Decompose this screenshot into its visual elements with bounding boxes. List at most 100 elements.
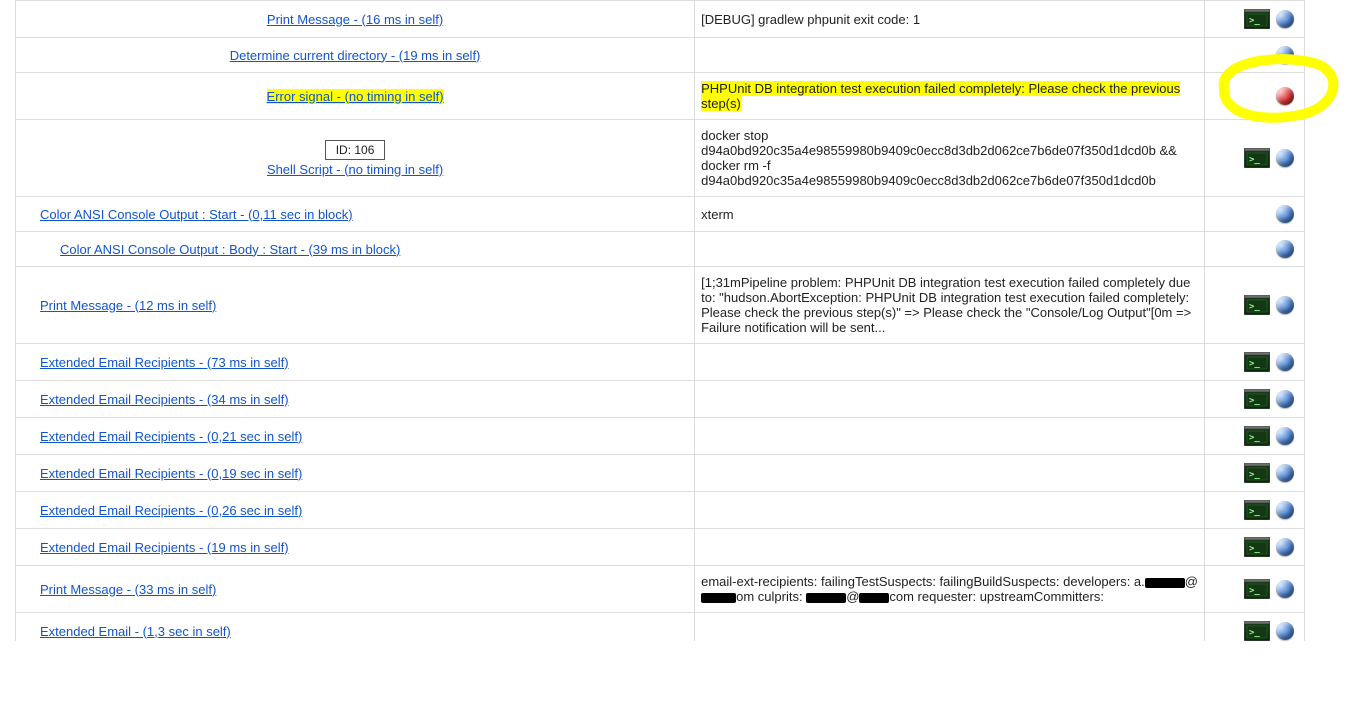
icons-cell: >_: [1205, 418, 1305, 455]
icons-cell: >_: [1205, 1, 1305, 38]
status-ball-blue-icon[interactable]: [1276, 296, 1294, 314]
icons-cell: >_: [1205, 566, 1305, 613]
icons-cell: [1205, 38, 1305, 73]
table-row: Print Message - (12 ms in self) [1;31mPip…: [16, 267, 1305, 344]
terminal-icon[interactable]: >_: [1244, 148, 1270, 168]
terminal-icon[interactable]: >_: [1244, 295, 1270, 315]
terminal-icon[interactable]: >_: [1244, 9, 1270, 29]
svg-text:>_: >_: [1249, 628, 1260, 638]
icons-cell: >_: [1205, 529, 1305, 566]
status-ball-blue-icon[interactable]: [1276, 580, 1294, 598]
status-ball-blue-icon[interactable]: [1276, 390, 1294, 408]
message-cell: email-ext-recipients: failingTestSuspect…: [695, 566, 1205, 613]
step-cell: Print Message - (16 ms in self): [16, 1, 695, 38]
svg-text:>_: >_: [1249, 155, 1260, 165]
step-link[interactable]: Print Message - (33 ms in self): [40, 582, 216, 597]
message-text: PHPUnit DB integration test execution fa…: [701, 81, 1180, 111]
svg-text:>_: >_: [1249, 16, 1260, 26]
message-cell: [695, 232, 1205, 267]
message-text: [1;31mPipeline problem: PHPUnit DB integ…: [701, 275, 1191, 335]
message-cell: [695, 418, 1205, 455]
icons-cell: >_: [1205, 492, 1305, 529]
status-ball-blue-icon[interactable]: [1276, 622, 1294, 640]
terminal-icon[interactable]: >_: [1244, 389, 1270, 409]
icons-cell: >_: [1205, 455, 1305, 492]
step-link[interactable]: Extended Email Recipients - (0,21 sec in…: [40, 429, 302, 444]
message-cell: [695, 38, 1205, 73]
step-link[interactable]: Extended Email Recipients - (0,26 sec in…: [40, 503, 302, 518]
table-row: Color ANSI Console Output : Body : Start…: [16, 232, 1305, 267]
table-row: Extended Email Recipients - (0,19 sec in…: [16, 455, 1305, 492]
terminal-icon[interactable]: >_: [1244, 537, 1270, 557]
pipeline-steps-table: Print Message - (16 ms in self) [DEBUG] g…: [15, 0, 1305, 641]
icons-cell: >_: [1205, 344, 1305, 381]
step-cell: Extended Email Recipients - (0,21 sec in…: [16, 418, 695, 455]
status-ball-blue-icon[interactable]: [1276, 205, 1294, 223]
message-cell: [695, 381, 1205, 418]
step-link[interactable]: Determine current directory - (19 ms in …: [230, 48, 481, 63]
message-cell: PHPUnit DB integration test execution fa…: [695, 73, 1205, 120]
icons-cell: >_: [1205, 267, 1305, 344]
svg-text:>_: >_: [1249, 507, 1260, 517]
table-row: Extended Email - (1,3 sec in self) >_: [16, 613, 1305, 642]
table-row: Color ANSI Console Output : Start - (0,1…: [16, 197, 1305, 232]
message-cell: [DEBUG] gradlew phpunit exit code: 1: [695, 1, 1205, 38]
status-ball-blue-icon[interactable]: [1276, 149, 1294, 167]
status-ball-blue-icon[interactable]: [1276, 538, 1294, 556]
status-ball-blue-icon[interactable]: [1276, 501, 1294, 519]
table-row: Extended Email Recipients - (34 ms in se…: [16, 381, 1305, 418]
message-cell: docker stop d94a0bd920c35a4e98559980b940…: [695, 120, 1205, 197]
step-link[interactable]: Error signal - (no timing in self): [267, 89, 444, 104]
step-cell: Color ANSI Console Output : Start - (0,1…: [16, 197, 695, 232]
table-row: Extended Email Recipients - (0,21 sec in…: [16, 418, 1305, 455]
step-cell: Color ANSI Console Output : Body : Start…: [16, 232, 695, 267]
message-text: docker stop d94a0bd920c35a4e98559980b940…: [701, 128, 1177, 188]
message-cell: [695, 613, 1205, 642]
status-ball-blue-icon[interactable]: [1276, 427, 1294, 445]
step-link[interactable]: Extended Email Recipients - (73 ms in se…: [40, 355, 289, 370]
step-link[interactable]: Print Message - (12 ms in self): [40, 298, 216, 313]
step-link[interactable]: Shell Script - (no timing in self): [267, 162, 443, 177]
id-badge: ID: 106: [325, 140, 386, 160]
step-link[interactable]: Extended Email Recipients - (0,19 sec in…: [40, 466, 302, 481]
message-cell: [695, 455, 1205, 492]
status-ball-blue-icon[interactable]: [1276, 464, 1294, 482]
step-link[interactable]: Color ANSI Console Output : Body : Start…: [60, 242, 400, 257]
step-link[interactable]: Extended Email Recipients - (19 ms in se…: [40, 540, 289, 555]
svg-text:>_: >_: [1249, 586, 1260, 596]
svg-text:>_: >_: [1249, 433, 1260, 443]
message-cell: [695, 492, 1205, 529]
status-ball-blue-icon[interactable]: [1276, 46, 1294, 64]
step-link[interactable]: Extended Email Recipients - (34 ms in se…: [40, 392, 289, 407]
step-cell: Print Message - (33 ms in self): [16, 566, 695, 613]
step-cell: Extended Email Recipients - (34 ms in se…: [16, 381, 695, 418]
terminal-icon[interactable]: >_: [1244, 463, 1270, 483]
status-ball-red-icon[interactable]: [1276, 87, 1294, 105]
step-cell: Extended Email Recipients - (73 ms in se…: [16, 344, 695, 381]
message-cell: xterm: [695, 197, 1205, 232]
status-ball-blue-icon[interactable]: [1276, 10, 1294, 28]
step-link[interactable]: Color ANSI Console Output : Start - (0,1…: [40, 207, 353, 222]
terminal-icon[interactable]: >_: [1244, 352, 1270, 372]
table-row: Extended Email Recipients - (73 ms in se…: [16, 344, 1305, 381]
terminal-icon[interactable]: >_: [1244, 500, 1270, 520]
svg-text:>_: >_: [1249, 470, 1260, 480]
status-ball-blue-icon[interactable]: [1276, 240, 1294, 258]
table-row: Extended Email Recipients - (19 ms in se…: [16, 529, 1305, 566]
svg-text:>_: >_: [1249, 359, 1260, 369]
message-text: xterm: [701, 207, 734, 222]
terminal-icon[interactable]: >_: [1244, 621, 1270, 641]
status-ball-blue-icon[interactable]: [1276, 353, 1294, 371]
terminal-icon[interactable]: >_: [1244, 579, 1270, 599]
message-text: email-ext-recipients: failingTestSuspect…: [701, 574, 1198, 604]
terminal-icon[interactable]: >_: [1244, 426, 1270, 446]
step-link[interactable]: Print Message - (16 ms in self): [267, 12, 443, 27]
step-cell: Print Message - (12 ms in self): [16, 267, 695, 344]
step-cell: Extended Email Recipients - (0,26 sec in…: [16, 492, 695, 529]
table-row: Error signal - (no timing in self) PHPUni…: [16, 73, 1305, 120]
message-cell: [695, 344, 1205, 381]
table-row: ID: 106 Shell Script - (no timing in self…: [16, 120, 1305, 197]
icons-cell: [1205, 73, 1305, 120]
step-link[interactable]: Extended Email - (1,3 sec in self): [40, 624, 231, 639]
icons-cell: [1205, 232, 1305, 267]
